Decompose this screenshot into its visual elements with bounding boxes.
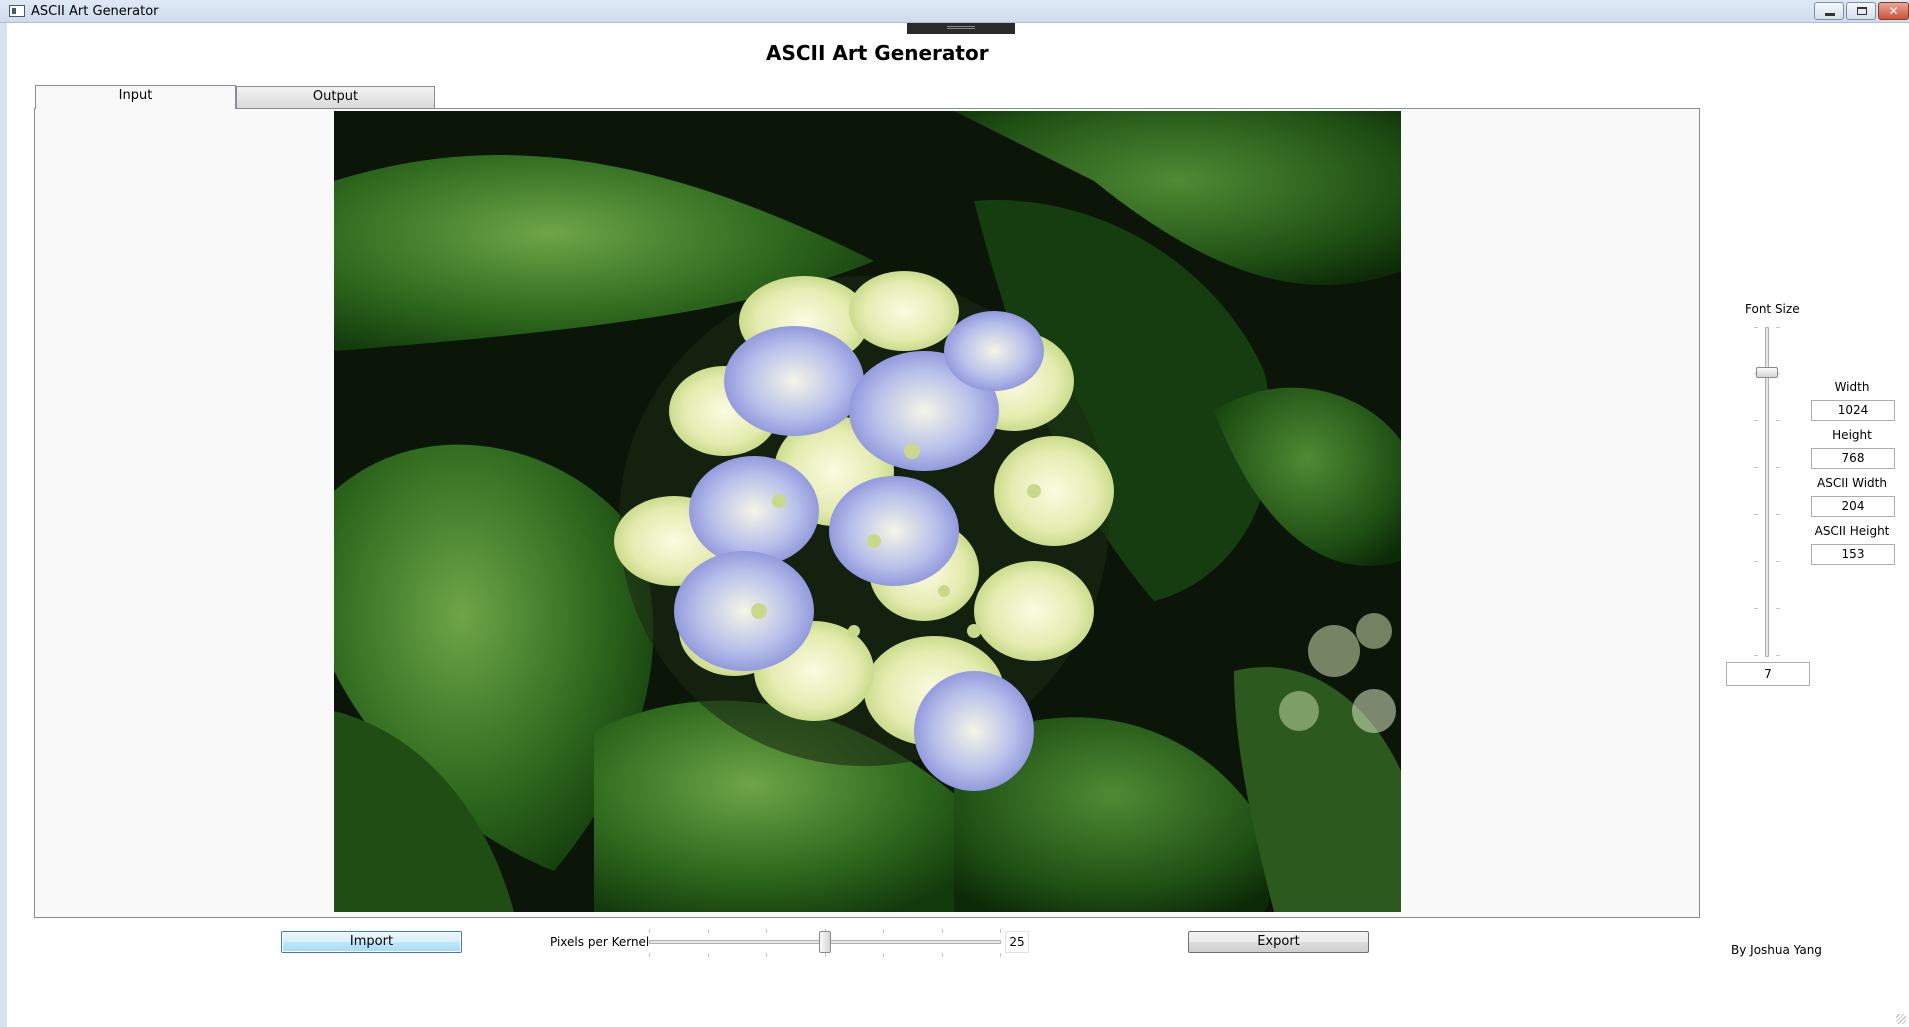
- pixels-per-kernel-slider-thumb[interactable]: [819, 931, 831, 953]
- ascii-height-label: ASCII Height: [1814, 524, 1890, 538]
- pixels-per-kernel-value: 25: [1005, 931, 1029, 953]
- font-size-slider-thumb[interactable]: [1756, 367, 1778, 378]
- minimize-button[interactable]: [1814, 2, 1844, 20]
- height-label: Height: [1832, 428, 1872, 442]
- height-field[interactable]: 768: [1811, 448, 1895, 469]
- minimize-icon: [1825, 13, 1835, 16]
- font-size-label: Font Size: [1745, 302, 1800, 316]
- tab-input[interactable]: Input: [35, 85, 236, 109]
- author-credit: By Joshua Yang: [1731, 943, 1822, 957]
- export-button[interactable]: Export: [1188, 931, 1369, 953]
- import-button[interactable]: Import: [281, 931, 462, 953]
- window-title: ASCII Art Generator: [31, 4, 159, 19]
- ascii-height-field[interactable]: 153: [1811, 544, 1895, 565]
- ascii-width-field[interactable]: 204: [1811, 496, 1895, 517]
- drag-grip[interactable]: [907, 23, 1015, 34]
- title-bar: ASCII Art Generator ✕: [0, 0, 1909, 23]
- maximize-icon: [1857, 7, 1867, 15]
- page-title: ASCII Art Generator: [766, 41, 989, 65]
- close-button[interactable]: ✕: [1878, 2, 1909, 20]
- width-field[interactable]: 1024: [1811, 400, 1895, 421]
- app-icon: [9, 5, 25, 17]
- resize-grip[interactable]: [1896, 1014, 1906, 1024]
- maximize-button[interactable]: [1846, 2, 1876, 20]
- hydrangea-photo: [334, 111, 1401, 912]
- input-image-preview: [334, 111, 1401, 912]
- width-label: Width: [1834, 380, 1870, 394]
- font-size-value-box[interactable]: 7: [1726, 662, 1810, 686]
- pixels-per-kernel-label: Pixels per Kernel: [550, 935, 650, 949]
- ascii-width-label: ASCII Width: [1817, 476, 1887, 490]
- close-icon: ✕: [1888, 4, 1899, 18]
- tab-output[interactable]: Output: [236, 86, 435, 109]
- window-frame: [0, 23, 7, 1027]
